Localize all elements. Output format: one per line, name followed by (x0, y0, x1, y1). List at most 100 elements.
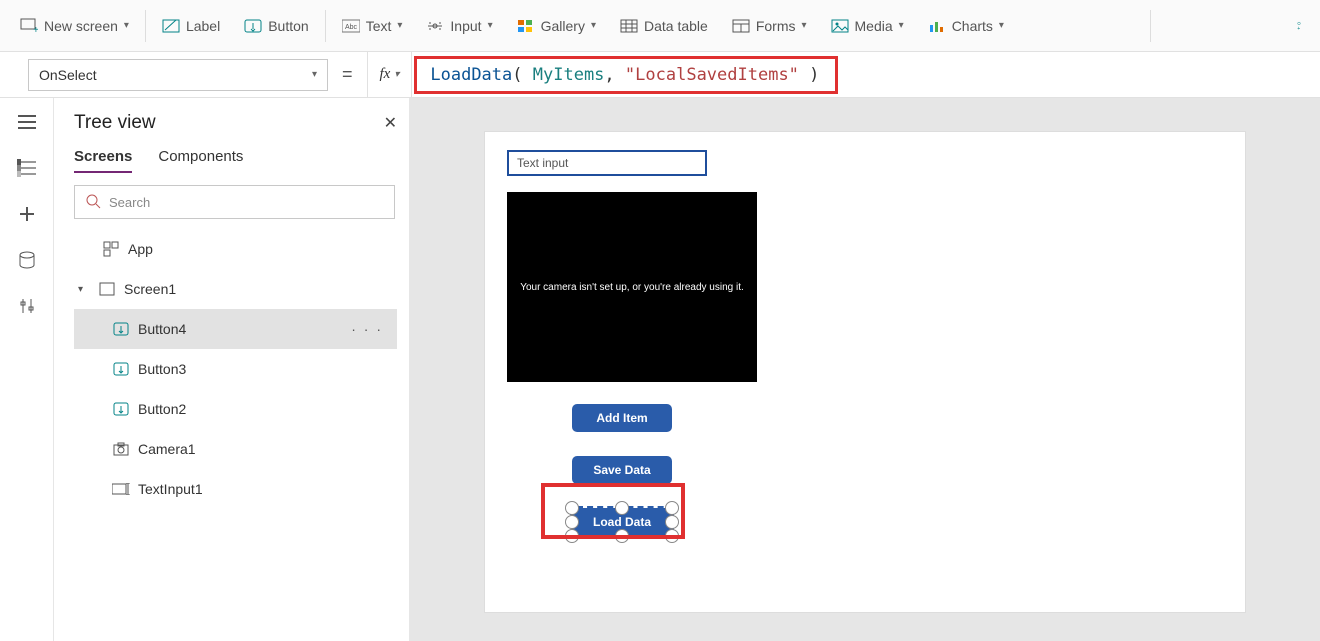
tree-label: Button3 (138, 361, 186, 377)
resize-handle[interactable] (665, 501, 679, 515)
svg-text:Abc: Abc (345, 24, 358, 31)
media-menu[interactable]: Media ▾ (819, 11, 916, 41)
camera-message: Your camera isn't set up, or you're alre… (520, 282, 744, 293)
property-selector[interactable]: OnSelect ▾ (28, 59, 328, 91)
tree-node-button2[interactable]: Button2 (74, 389, 397, 429)
media-icon (831, 17, 849, 35)
label-control[interactable]: Label (150, 11, 232, 41)
search-placeholder: Search (109, 195, 150, 210)
gallery-icon (517, 17, 535, 35)
tree-node-camera1[interactable]: Camera1 (74, 429, 397, 469)
chevron-down-icon: ▾ (394, 69, 399, 80)
forms-label: Forms (756, 18, 796, 34)
new-screen-menu[interactable]: + New screen ▾ (8, 11, 141, 41)
label-text: Label (186, 18, 220, 34)
gallery-menu[interactable]: Gallery ▾ (505, 11, 608, 41)
add-item-button[interactable]: Add Item (572, 404, 672, 432)
tree-title: Tree view (74, 112, 156, 134)
charts-menu[interactable]: Charts ▾ (916, 11, 1016, 41)
resize-handle[interactable] (565, 515, 579, 529)
close-icon[interactable]: ✕ (384, 113, 397, 133)
chevron-down-icon: ▾ (591, 20, 596, 31)
table-icon (620, 17, 638, 35)
tab-components[interactable]: Components (158, 148, 243, 173)
chevron-down-icon: ▾ (999, 20, 1004, 31)
datatable-label: Data table (644, 18, 708, 34)
chevron-down-icon: ▾ (899, 20, 904, 31)
ribbon-separator (1150, 10, 1151, 42)
more-icon[interactable]: · · · (351, 321, 383, 337)
chevron-down-icon: ▾ (78, 284, 90, 295)
textinput1-control[interactable] (507, 150, 707, 176)
resize-handle[interactable] (565, 529, 579, 543)
ribbon: + New screen ▾ Label Button Abc Text ▾ I… (0, 0, 1320, 52)
fx-button[interactable]: fx ▾ (367, 52, 413, 97)
load-data-button-selected[interactable]: Load Data (572, 508, 672, 536)
chevron-down-icon: ▾ (488, 20, 493, 31)
resize-handle[interactable] (665, 529, 679, 543)
button-text: Button (268, 18, 308, 34)
button-control[interactable]: Button (232, 11, 320, 41)
tree-node-button3[interactable]: Button3 (74, 349, 397, 389)
chevron-down-icon: ▾ (124, 20, 129, 31)
tree-label: Button4 (138, 321, 186, 337)
insert-icon[interactable] (15, 202, 39, 226)
app-screen[interactable]: Your camera isn't set up, or you're alre… (485, 132, 1245, 612)
tree-label: Camera1 (138, 441, 196, 457)
resize-handle[interactable] (615, 529, 629, 543)
tree-panel: Tree view ✕ Screens Components Search Ap… (54, 98, 410, 641)
tree-label: Screen1 (124, 281, 176, 297)
resize-handle[interactable] (665, 515, 679, 529)
ribbon-separator (325, 10, 326, 42)
text-menu[interactable]: Abc Text ▾ (330, 11, 415, 41)
data-icon[interactable] (15, 248, 39, 272)
search-icon (85, 193, 101, 212)
tree-node-button4[interactable]: Button4 · · · (74, 309, 397, 349)
button-icon (112, 400, 130, 418)
tree-list: App ▾ Screen1 Button4 · · · (74, 229, 397, 509)
chevron-down-icon: ▾ (397, 20, 402, 31)
forms-menu[interactable]: Forms ▾ (720, 11, 819, 41)
media-label: Media (855, 18, 893, 34)
tree-node-textinput1[interactable]: TextInput1 (74, 469, 397, 509)
formula-arg2: "LocalSavedItems" (625, 65, 799, 85)
input-label: Input (450, 18, 481, 34)
input-icon (426, 17, 444, 35)
tree-node-app[interactable]: App (74, 229, 397, 269)
chevron-down-icon: ▾ (801, 20, 806, 31)
search-input[interactable]: Search (74, 185, 395, 219)
formula-input[interactable]: LoadData( MyItems, "LocalSavedItems" ) (412, 52, 1320, 97)
tab-screens[interactable]: Screens (74, 148, 132, 173)
app-icon (102, 240, 120, 258)
canvas[interactable]: Your camera isn't set up, or you're alre… (410, 98, 1320, 641)
resize-handle[interactable] (565, 501, 579, 515)
save-data-button[interactable]: Save Data (572, 456, 672, 484)
svg-text:+: + (1297, 25, 1300, 31)
input-menu[interactable]: Input ▾ (414, 11, 504, 41)
text-label: Text (366, 18, 392, 34)
fx-label: fx (380, 66, 391, 83)
button-icon (112, 320, 130, 338)
forms-icon (732, 17, 750, 35)
screen-icon (98, 280, 116, 298)
hamburger-icon[interactable] (15, 110, 39, 134)
charts-icon (928, 17, 946, 35)
gallery-label: Gallery (541, 18, 585, 34)
datatable-control[interactable]: Data table (608, 11, 720, 41)
left-rail (0, 98, 54, 641)
property-name: OnSelect (39, 67, 97, 83)
add-icon[interactable]: + (1290, 17, 1308, 35)
resize-handle[interactable] (615, 501, 629, 515)
screen-icon: + (20, 17, 38, 35)
new-screen-label: New screen (44, 18, 118, 34)
formula-fn: LoadData (430, 65, 512, 85)
chevron-down-icon: ▾ (312, 69, 317, 80)
charts-label: Charts (952, 18, 993, 34)
camera1-control[interactable]: Your camera isn't set up, or you're alre… (507, 192, 757, 382)
formula-bar: OnSelect ▾ = fx ▾ LoadData( MyItems, "Lo… (0, 52, 1320, 98)
tree-view-icon[interactable] (15, 156, 39, 180)
tree-label: Button2 (138, 401, 186, 417)
tools-icon[interactable] (15, 294, 39, 318)
tree-node-screen1[interactable]: ▾ Screen1 (74, 269, 397, 309)
main: Tree view ✕ Screens Components Search Ap… (0, 98, 1320, 641)
